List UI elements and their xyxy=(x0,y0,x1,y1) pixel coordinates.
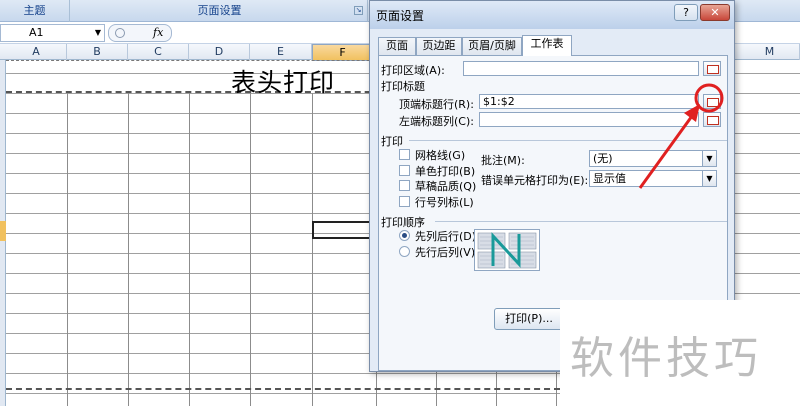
ribbon-group-theme-label: 主题 xyxy=(23,4,46,17)
insert-function-icon[interactable]: fx xyxy=(153,26,163,39)
ribbon-group-theme[interactable]: 主题 xyxy=(0,0,70,22)
row-col-headings-label: 行号列标(L) xyxy=(415,196,474,209)
comments-select-value: (无) xyxy=(593,152,613,165)
tab-page[interactable]: 页面 xyxy=(378,37,416,55)
column-header-e[interactable]: E xyxy=(250,44,312,60)
help-button[interactable]: ? xyxy=(674,4,698,21)
cell-errors-label: 错误单元格打印为(E): xyxy=(481,174,589,187)
print-area-label: 打印区域(A): xyxy=(381,64,445,77)
top-rows-label: 顶端标题行(R): xyxy=(399,98,474,111)
left-cols-label: 左端标题列(C): xyxy=(399,115,474,128)
print-heading: 打印 xyxy=(381,135,403,148)
left-cols-collapse-icon[interactable] xyxy=(703,112,721,127)
page-break-line xyxy=(6,388,560,390)
comments-label: 批注(M): xyxy=(481,154,525,167)
over-then-down-label: 先行后列(V) xyxy=(415,246,476,259)
over-then-down-radio[interactable] xyxy=(399,246,410,257)
watermark-box: 软件技巧 xyxy=(560,300,800,406)
print-button[interactable]: 打印(P)... xyxy=(494,308,564,330)
divider xyxy=(409,140,727,141)
top-rows-input[interactable]: $1:$2 xyxy=(479,94,699,109)
print-titles-heading: 打印标题 xyxy=(381,80,425,93)
gridlines-label: 网格线(G) xyxy=(415,149,466,162)
cell-errors-select-value: 显示值 xyxy=(593,172,626,185)
black-white-checkbox[interactable] xyxy=(399,165,410,176)
draft-quality-label: 草稿品质(Q) xyxy=(415,180,477,193)
name-box-value: A1 xyxy=(29,26,44,39)
ribbon-group-page-setup[interactable]: 页面设置 ↘ xyxy=(72,0,368,22)
row-header-selected[interactable] xyxy=(0,221,6,241)
formula-controls: fx xyxy=(108,24,172,42)
chevron-down-icon[interactable]: ▼ xyxy=(702,171,716,186)
gridlines-checkbox[interactable] xyxy=(399,149,410,160)
divider xyxy=(435,221,727,222)
left-cols-input[interactable] xyxy=(479,112,699,127)
chevron-down-icon[interactable]: ▼ xyxy=(702,151,716,166)
cell-errors-select[interactable]: 显示值 ▼ xyxy=(589,170,717,187)
comments-select[interactable]: (无) ▼ xyxy=(589,150,717,167)
zoom-icon xyxy=(115,28,125,38)
column-header-b[interactable]: B xyxy=(67,44,128,60)
draft-quality-checkbox[interactable] xyxy=(399,180,410,191)
name-box[interactable]: A1 ▼ xyxy=(0,24,105,42)
row-col-headings-checkbox[interactable] xyxy=(399,196,410,207)
dialog-launcher-icon[interactable]: ↘ xyxy=(354,6,363,15)
print-area-collapse-icon[interactable] xyxy=(703,61,721,76)
black-white-label: 单色打印(B) xyxy=(415,165,476,178)
row-headers xyxy=(0,60,6,406)
page-order-preview-icon xyxy=(474,229,540,271)
column-header-c[interactable]: C xyxy=(128,44,189,60)
tab-sheet[interactable]: 工作表 xyxy=(522,35,572,56)
close-button[interactable]: ✕ xyxy=(700,4,730,21)
ribbon-group-right xyxy=(740,0,800,22)
chevron-down-icon[interactable]: ▼ xyxy=(95,25,101,41)
top-rows-collapse-icon[interactable] xyxy=(703,94,721,109)
watermark-text: 软件技巧 xyxy=(570,333,762,384)
active-cell[interactable] xyxy=(312,221,376,239)
down-then-over-label: 先列后行(D) xyxy=(415,230,477,243)
tab-header-footer[interactable]: 页眉/页脚 xyxy=(462,37,522,55)
column-header-d[interactable]: D xyxy=(189,44,250,60)
print-area-input[interactable] xyxy=(463,61,699,76)
dialog-title: 页面设置 xyxy=(376,9,425,23)
tab-margins[interactable]: 页边距 xyxy=(416,37,462,55)
column-header-m[interactable]: M xyxy=(740,44,800,60)
down-then-over-radio[interactable] xyxy=(399,230,410,241)
column-header-f[interactable]: F xyxy=(312,44,370,61)
ribbon-group-page-setup-label: 页面设置 xyxy=(197,4,242,17)
column-header-a[interactable]: A xyxy=(6,44,67,60)
